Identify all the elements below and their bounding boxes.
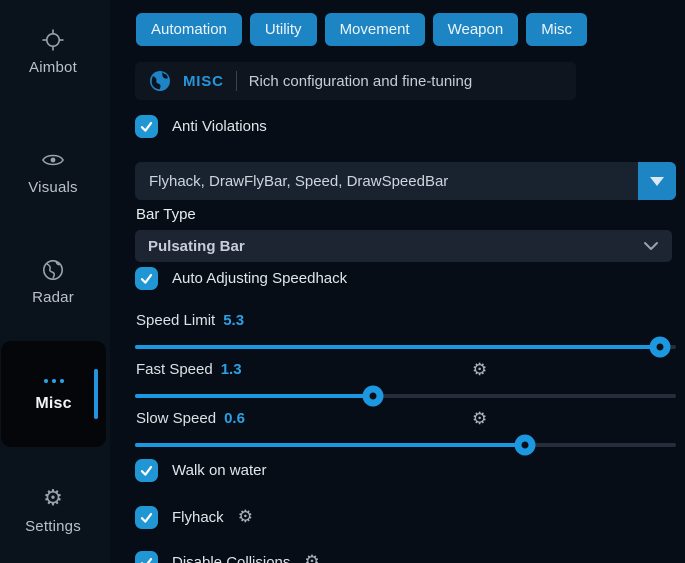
tab-bar: Automation Utility Movement Weapon Misc: [136, 13, 587, 46]
active-indicator: [94, 369, 98, 419]
section-title: MISC: [183, 73, 224, 90]
toggle-walk-on-water[interactable]: Walk on water: [135, 459, 266, 482]
gear-icon[interactable]: ⚙: [472, 362, 487, 379]
slow-speed-slider[interactable]: [135, 443, 676, 447]
sidebar-item-label: Radar: [32, 289, 74, 306]
toggle-flyhack[interactable]: Flyhack ⚙: [135, 506, 253, 529]
eye-icon: [41, 148, 65, 172]
triangle-down-icon: [650, 177, 664, 186]
crosshair-icon: [41, 28, 65, 52]
slider-value: 0.6: [224, 410, 245, 427]
checkbox-label: Walk on water: [172, 462, 266, 479]
slider-thumb[interactable]: [514, 435, 535, 456]
tab-movement[interactable]: Movement: [325, 13, 425, 46]
slider-fill: [135, 443, 525, 447]
sidebar-item-radar[interactable]: Radar: [0, 258, 106, 306]
tab-automation[interactable]: Automation: [136, 13, 242, 46]
sidebar-item-visuals[interactable]: Visuals: [0, 148, 106, 196]
bar-type-select[interactable]: Pulsating Bar: [135, 230, 672, 262]
section-subtitle: Rich configuration and fine-tuning: [249, 73, 472, 90]
checkbox-checked-icon[interactable]: [135, 459, 158, 482]
checkbox-checked-icon[interactable]: [135, 506, 158, 529]
divider: [236, 71, 237, 91]
gear-icon[interactable]: ⚙: [472, 411, 487, 428]
select-value: Pulsating Bar: [148, 238, 245, 255]
cheat-menu-window: Aimbot Visuals Radar Mi: [0, 0, 685, 563]
slider-fill: [135, 394, 373, 398]
checkbox-checked-icon[interactable]: [135, 551, 158, 563]
slider-label-text: Slow Speed: [136, 410, 216, 427]
gear-icon[interactable]: ⚙: [238, 509, 253, 526]
tab-utility[interactable]: Utility: [250, 13, 317, 46]
multiselect-value: Flyhack, DrawFlyBar, Speed, DrawSpeedBar: [135, 173, 638, 190]
chevron-down-icon: [643, 241, 659, 251]
sidebar-item-settings[interactable]: ⚙ Settings: [0, 487, 106, 535]
sidebar: Aimbot Visuals Radar Mi: [0, 0, 110, 563]
toggle-disable-collisions[interactable]: Disable Collisions ⚙: [135, 551, 320, 563]
bar-type-label: Bar Type: [136, 206, 196, 223]
fast-speed-label: Fast Speed 1.3: [136, 361, 242, 378]
slow-speed-label: Slow Speed 0.6: [136, 410, 245, 427]
speed-limit-label: Speed Limit 5.3: [136, 312, 244, 329]
checkbox-label: Flyhack: [172, 509, 224, 526]
flag-multiselect[interactable]: Flyhack, DrawFlyBar, Speed, DrawSpeedBar: [135, 162, 676, 200]
sidebar-item-misc[interactable]: Misc: [1, 341, 106, 447]
content-panel: Automation Utility Movement Weapon Misc …: [135, 0, 676, 563]
checkbox-label: Anti Violations: [172, 118, 267, 135]
checkbox-checked-icon[interactable]: [135, 115, 158, 138]
slider-label-text: Speed Limit: [136, 312, 215, 329]
speed-limit-slider[interactable]: [135, 345, 676, 349]
checkbox-checked-icon[interactable]: [135, 267, 158, 290]
gear-icon: ⚙: [41, 487, 65, 511]
globe-icon: [41, 258, 65, 282]
slider-value: 1.3: [221, 361, 242, 378]
dots-icon: [42, 376, 66, 386]
dropdown-button[interactable]: [638, 162, 676, 200]
slider-thumb[interactable]: [363, 386, 384, 407]
toggle-anti-violations[interactable]: Anti Violations: [135, 115, 267, 138]
sidebar-item-aimbot[interactable]: Aimbot: [0, 28, 106, 76]
slider-thumb[interactable]: [649, 337, 670, 358]
gear-icon[interactable]: ⚙: [304, 554, 319, 563]
slider-fill: [135, 345, 660, 349]
checkbox-label: Disable Collisions: [172, 554, 290, 563]
slider-value: 5.3: [223, 312, 244, 329]
globe-icon: [149, 70, 171, 92]
sidebar-item-label: Aimbot: [29, 59, 77, 76]
sidebar-item-label: Settings: [25, 518, 81, 535]
checkbox-label: Auto Adjusting Speedhack: [172, 270, 347, 287]
tab-weapon[interactable]: Weapon: [433, 13, 519, 46]
fast-speed-slider[interactable]: [135, 394, 676, 398]
sidebar-item-label: Misc: [35, 395, 71, 413]
tab-misc[interactable]: Misc: [526, 13, 587, 46]
sidebar-item-label: Visuals: [28, 179, 77, 196]
toggle-auto-adjusting-speedhack[interactable]: Auto Adjusting Speedhack: [135, 267, 347, 290]
section-header: MISC Rich configuration and fine-tuning: [135, 62, 576, 100]
slider-label-text: Fast Speed: [136, 361, 213, 378]
